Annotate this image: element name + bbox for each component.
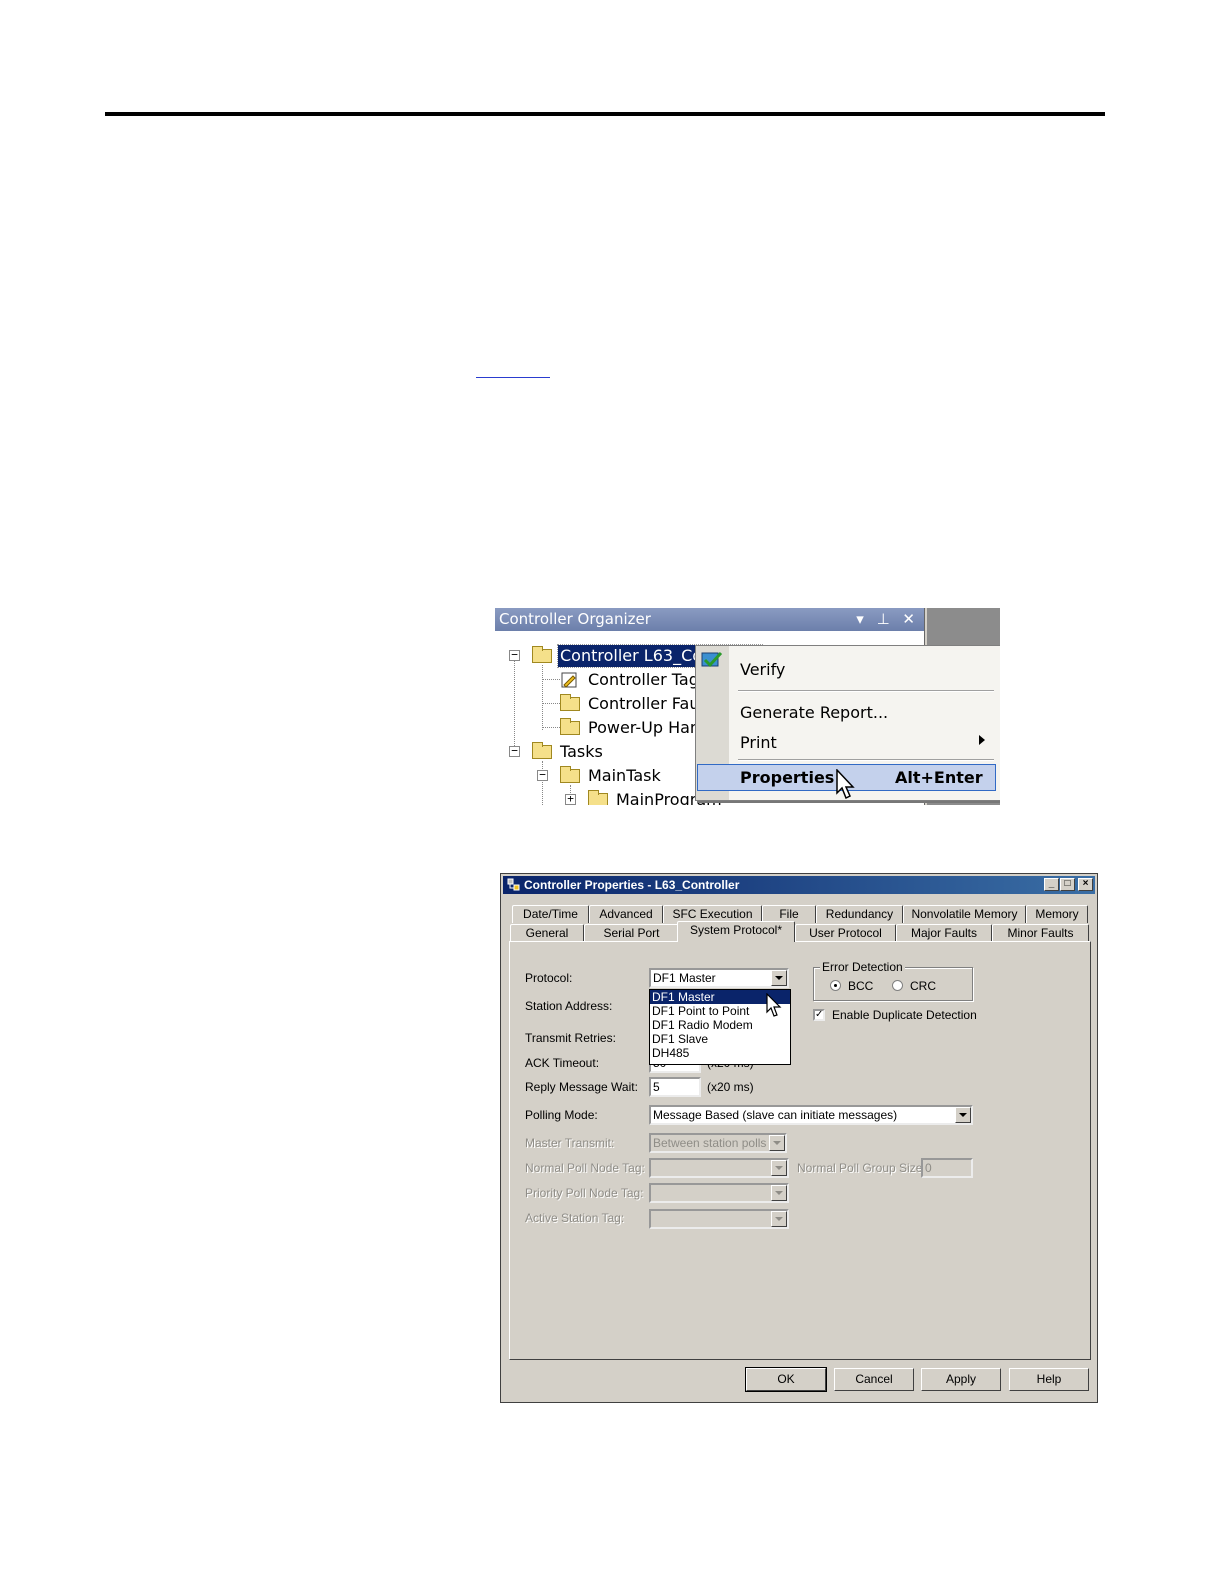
tab-general[interactable]: General	[510, 924, 584, 942]
mouse-cursor-icon	[766, 993, 782, 1017]
polling-mode-value: Message Based (slave can initiate messag…	[653, 1108, 898, 1122]
submenu-arrow-icon	[979, 735, 985, 745]
help-button[interactable]: Help	[1009, 1368, 1089, 1391]
collapse-tasks-toggle[interactable]: −	[509, 745, 520, 757]
normal-poll-group-label: Normal Poll Group Size:	[797, 1161, 926, 1175]
priority-poll-node-select	[649, 1183, 789, 1203]
tab-nonvolatile-memory[interactable]: Nonvolatile Memory	[903, 905, 1026, 923]
crc-label: CRC	[910, 979, 936, 993]
folder-icon	[560, 718, 580, 735]
organizer-title-bar: Controller Organizer ▾ ⊥ ✕	[495, 608, 927, 631]
reply-wait-label: Reply Message Wait:	[525, 1080, 638, 1094]
folder-open-icon	[532, 742, 552, 759]
collapse-controller-toggle[interactable]: −	[509, 649, 520, 661]
normal-poll-group-input: 0	[921, 1158, 973, 1178]
controller-properties-dialog: Controller Properties - L63_Controller _…	[500, 873, 1098, 1403]
chevron-down-icon[interactable]	[955, 1107, 971, 1123]
bcc-label: BCC	[848, 979, 874, 993]
menu-item-properties[interactable]: Properties	[740, 768, 834, 787]
menu-item-print[interactable]: Print	[740, 733, 777, 752]
tab-memory[interactable]: Memory	[1026, 905, 1088, 923]
normal-poll-node-label: Normal Poll Node Tag:	[525, 1161, 645, 1175]
tab-system-protocol[interactable]: System Protocol*	[677, 921, 795, 942]
mouse-cursor-icon	[836, 769, 855, 800]
tab-date-time[interactable]: Date/Time	[512, 905, 589, 923]
chevron-down-icon	[771, 1211, 787, 1227]
apply-button[interactable]: Apply	[921, 1368, 1001, 1391]
document-link-underline[interactable]	[476, 377, 550, 378]
active-station-select	[649, 1209, 789, 1229]
ack-timeout-label: ACK Timeout:	[525, 1056, 600, 1070]
transmit-retries-label: Transmit Retries:	[525, 1031, 616, 1045]
protocol-option[interactable]: DF1 Radio Modem	[650, 1018, 790, 1032]
protocol-selected-value: DF1 Master	[653, 971, 716, 985]
page-top-rule	[105, 112, 1105, 116]
error-detection-title: Error Detection	[820, 960, 905, 974]
tab-advanced[interactable]: Advanced	[589, 905, 663, 923]
expand-mainprogram-toggle[interactable]: +	[565, 793, 576, 805]
bcc-radio[interactable]	[830, 980, 841, 991]
polling-mode-select[interactable]: Message Based (slave can initiate messag…	[649, 1105, 973, 1125]
master-transmit-value: Between station polls	[653, 1136, 767, 1150]
tab-user-protocol[interactable]: User Protocol	[795, 924, 896, 942]
ok-button[interactable]: OK	[745, 1367, 827, 1392]
minimize-button[interactable]: _	[1044, 878, 1059, 891]
tab-redundancy[interactable]: Redundancy	[816, 905, 903, 923]
priority-poll-node-label: Priority Poll Node Tag:	[525, 1186, 644, 1200]
chevron-down-icon	[771, 1160, 787, 1176]
reply-wait-input[interactable]: 5	[649, 1077, 701, 1097]
organizer-title: Controller Organizer	[499, 610, 651, 628]
tab-major-faults[interactable]: Major Faults	[896, 924, 992, 942]
maximize-button[interactable]: □	[1060, 878, 1075, 891]
dialog-title: Controller Properties - L63_Controller	[524, 878, 740, 892]
tab-minor-faults[interactable]: Minor Faults	[992, 924, 1089, 942]
task-folder-icon	[560, 766, 580, 783]
master-transmit-select: Between station polls	[649, 1133, 787, 1153]
protocol-option[interactable]: DF1 Slave	[650, 1032, 790, 1046]
verify-check-icon	[701, 651, 723, 668]
protocol-option[interactable]: DH485	[650, 1046, 790, 1060]
folder-open-icon	[532, 646, 552, 663]
normal-poll-node-select	[649, 1158, 789, 1178]
duplicate-detection-label: Enable Duplicate Detection	[832, 1008, 977, 1022]
folder-icon	[560, 694, 580, 711]
chevron-down-icon	[771, 1185, 787, 1201]
protocol-select[interactable]: DF1 Master	[649, 968, 789, 988]
tab-serial-port[interactable]: Serial Port	[584, 924, 679, 942]
menu-item-properties-shortcut: Alt+Enter	[895, 768, 983, 787]
menu-item-verify[interactable]: Verify	[740, 660, 785, 679]
program-folder-icon	[588, 790, 608, 805]
chevron-down-icon[interactable]	[771, 970, 787, 986]
chevron-down-icon	[769, 1135, 785, 1151]
crc-radio[interactable]	[892, 980, 903, 991]
tag-pencil-icon	[561, 672, 577, 688]
cancel-button[interactable]: Cancel	[834, 1368, 914, 1391]
close-button[interactable]: ×	[1078, 878, 1093, 891]
organizer-window-controls[interactable]: ▾ ⊥ ✕	[856, 608, 919, 631]
error-detection-group: Error Detection BCC CRC	[813, 960, 973, 1001]
controller-organizer-screenshot: Controller Organizer ▾ ⊥ ✕ − Controller …	[495, 608, 1000, 805]
master-transmit-label: Master Transmit:	[525, 1136, 615, 1150]
duplicate-detection-checkbox[interactable]: ✓	[813, 1009, 825, 1021]
active-station-label: Active Station Tag:	[525, 1211, 625, 1225]
station-address-label: Station Address:	[525, 999, 613, 1013]
app-icon	[507, 878, 520, 891]
dialog-title-bar: Controller Properties - L63_Controller _…	[503, 876, 1095, 894]
reply-wait-unit: (x20 ms)	[707, 1080, 754, 1094]
collapse-maintask-toggle[interactable]: −	[537, 769, 548, 781]
menu-item-generate-report[interactable]: Generate Report...	[740, 703, 888, 722]
protocol-label: Protocol:	[525, 971, 573, 985]
polling-mode-label: Polling Mode:	[525, 1108, 598, 1122]
